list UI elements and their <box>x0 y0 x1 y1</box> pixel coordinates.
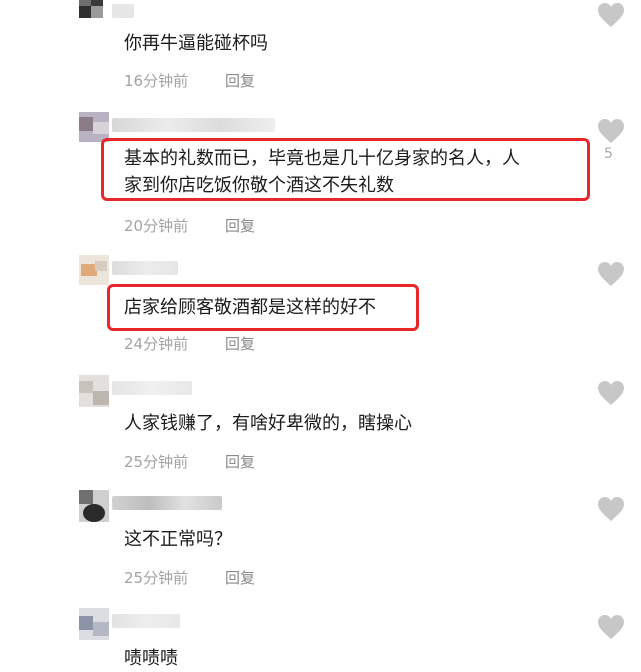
heart-icon[interactable] <box>597 118 625 144</box>
comment-text: 这不正常吗？ <box>124 529 232 550</box>
heart-icon[interactable] <box>597 614 625 640</box>
avatar[interactable] <box>79 255 109 285</box>
username-blurred[interactable] <box>112 381 192 395</box>
highlight-box <box>101 138 590 201</box>
comment-time: 25分钟前 <box>124 453 189 471</box>
avatar[interactable] <box>79 375 109 407</box>
reply-button[interactable]: 回复 <box>225 71 255 91</box>
avatar[interactable] <box>79 490 109 522</box>
comment-time: 16分钟前 <box>124 72 189 90</box>
username-blurred[interactable] <box>112 614 180 628</box>
username-blurred[interactable] <box>112 261 178 275</box>
comment-text: 你再牛逼能碰杯吗 <box>124 33 268 54</box>
heart-icon[interactable] <box>597 380 625 406</box>
reply-button[interactable]: 回复 <box>225 452 255 472</box>
highlight-box <box>107 284 419 331</box>
username-blurred[interactable] <box>112 118 275 132</box>
username-blurred[interactable] <box>112 4 134 18</box>
heart-icon[interactable] <box>597 2 625 28</box>
heart-icon[interactable] <box>597 496 625 522</box>
comment-text: 人家钱赚了，有啥好卑微的，瞎操心 <box>124 413 412 434</box>
like-count: 5 <box>604 146 613 162</box>
comment-time: 24分钟前 <box>124 335 189 353</box>
reply-button[interactable]: 回复 <box>225 334 255 354</box>
avatar[interactable] <box>79 608 109 640</box>
reply-button[interactable]: 回复 <box>225 568 255 588</box>
username-blurred[interactable] <box>112 496 222 510</box>
heart-icon[interactable] <box>597 261 625 287</box>
comment-text: 啧啧啧 <box>124 648 178 669</box>
reply-button[interactable]: 回复 <box>225 216 255 236</box>
comment-time: 25分钟前 <box>124 569 189 587</box>
avatar[interactable] <box>79 0 109 24</box>
comment-time: 20分钟前 <box>124 217 189 235</box>
